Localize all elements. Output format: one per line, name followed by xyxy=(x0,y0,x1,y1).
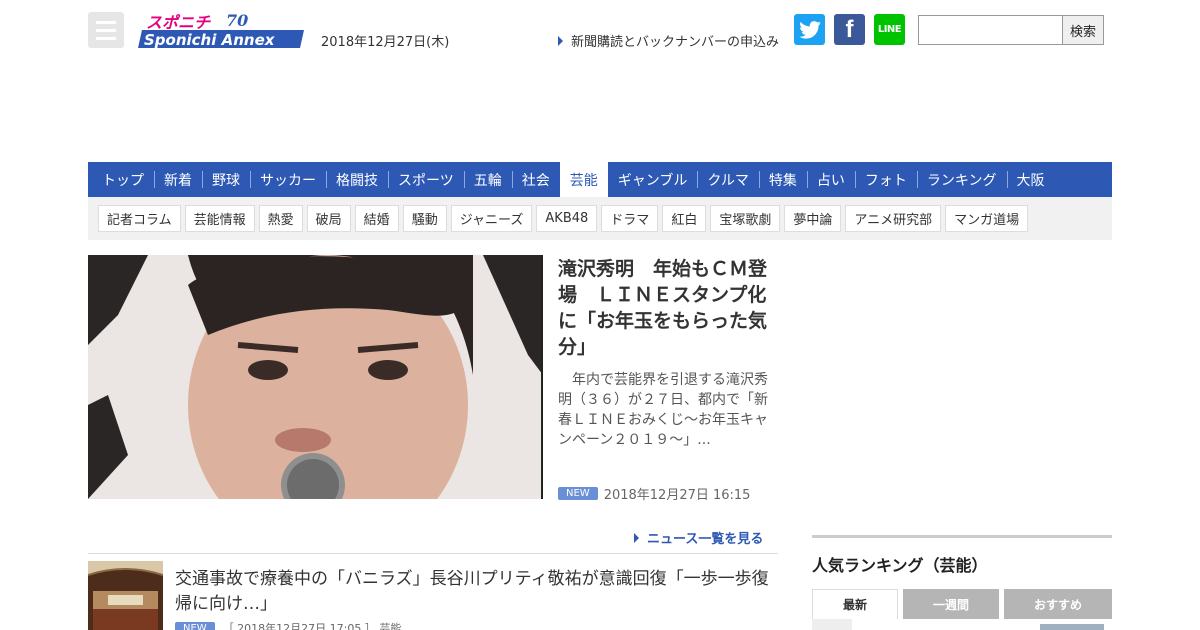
news-list-link[interactable]: ニュース一覧を見る xyxy=(634,528,763,547)
hamburger-menu-button[interactable] xyxy=(88,12,124,48)
svg-text:70: 70 xyxy=(226,11,248,30)
subnav-tag[interactable]: ジャニーズ xyxy=(450,205,533,232)
nav-item[interactable]: ギャンブル xyxy=(608,162,698,197)
subnav-tag[interactable]: 結婚 xyxy=(354,205,399,232)
category-subnav: 記者コラム 芸能情報 熱愛 破局 結婚 騒動 ジャニーズ AKB48 ドラマ 紅白 宝塚歌劇 夢中論ア… xyxy=(88,197,1112,240)
svg-text:スポニチ: スポニチ xyxy=(146,13,211,32)
svg-text:Sponichi Annex: Sponichi Annex xyxy=(144,31,276,49)
ranking-tab-week[interactable]: 一週間 xyxy=(903,589,999,619)
nav-item[interactable]: スポーツ xyxy=(388,162,464,197)
ranking-thumbnail[interactable] xyxy=(1040,624,1104,630)
subnav-tag[interactable]: 記者コラム xyxy=(98,205,181,232)
hero-photo[interactable] xyxy=(88,255,543,499)
hero-summary: 年内で芸能界を引退する滝沢秀明（３６）が２７日、都内で「新春ＬＩＮＥおみくじ〜お… xyxy=(558,372,768,448)
news-list-label: ニュース一覧を見る xyxy=(647,532,764,547)
nav-item[interactable]: フォト xyxy=(854,162,917,197)
nav-item[interactable]: 占い xyxy=(806,162,855,197)
twitter-share-button[interactable] xyxy=(794,14,825,45)
divider xyxy=(88,553,778,554)
page: スポニチ 70 Sponichi Annex 2018年12月27日(木) 新聞… xyxy=(0,0,1200,630)
subnav-tag[interactable]: 芸能情報 xyxy=(184,205,255,232)
subnav-tag[interactable]: 夢中論 xyxy=(784,205,842,232)
facebook-share-button[interactable]: f xyxy=(834,14,865,45)
nav-item[interactable]: 野球 xyxy=(202,162,250,197)
news-thumbnail-graphic xyxy=(88,561,163,630)
current-date: 2018年12月27日(木) xyxy=(321,35,450,50)
subnav-tag[interactable]: 破局 xyxy=(306,205,351,232)
ranking-tab-latest[interactable]: 最新 xyxy=(812,589,898,619)
hero-photo-graphic xyxy=(88,255,541,499)
subnav-tag[interactable]: アニメ研究部 xyxy=(845,205,942,232)
sponichi-logo[interactable]: スポニチ 70 Sponichi Annex xyxy=(138,8,308,52)
nav-item[interactable]: 五輪 xyxy=(463,162,512,197)
subnav-tag[interactable]: 熱愛 xyxy=(258,205,303,232)
search-input[interactable] xyxy=(918,15,1063,45)
new-badge: NEW xyxy=(175,621,215,630)
nav-item[interactable]: 格闘技 xyxy=(326,162,388,197)
menu-bar xyxy=(96,36,116,40)
subnav-tag[interactable]: 宝塚歌劇 xyxy=(710,205,781,232)
arrow-right-icon xyxy=(634,532,639,543)
nav-item[interactable]: 芸能 xyxy=(559,162,608,197)
main-nav: トップ 新着 野球 サッカー 格闘技 スポーツ 五輪 社会 芸能 ギャンブル クルマ 特集 占い フォトラ… xyxy=(88,162,1112,197)
news-item-meta: NEW ［ 2018年12月27日 17:05 ］ 芸能 xyxy=(175,620,401,630)
menu-bar xyxy=(96,20,116,24)
subnav-tag[interactable]: AKB48 xyxy=(536,205,598,232)
logo-graphic: スポニチ 70 Sponichi Annex xyxy=(138,11,304,49)
subnav-tag[interactable]: 騒動 xyxy=(402,205,447,232)
line-icon: LINE xyxy=(877,24,902,35)
facebook-icon: f xyxy=(845,15,854,43)
ranking-title: 人気ランキング（芸能） xyxy=(812,556,988,575)
news-item-thumbnail[interactable] xyxy=(88,561,163,630)
hero-meta: NEW 2018年12月27日 16:15 xyxy=(558,484,750,503)
hero-headline[interactable]: 滝沢秀明 年始もＣＭ登場 ＬＩＮＥスタンプ化に「お年玉をもらった気分」 xyxy=(558,256,783,360)
nav-item[interactable]: 社会 xyxy=(511,162,560,197)
new-badge: NEW xyxy=(558,487,598,500)
subscribe-link[interactable]: 新聞購読とバックナンバーの申込み xyxy=(558,31,779,50)
search-button[interactable]: 検索 xyxy=(1062,15,1104,45)
subnav-tag[interactable]: 紅白 xyxy=(662,205,707,232)
menu-bar xyxy=(96,28,116,32)
arrow-right-icon xyxy=(558,35,563,46)
nav-item[interactable]: サッカー xyxy=(250,162,326,197)
ranking-tab-recommended[interactable]: おすすめ xyxy=(1004,589,1112,619)
nav-item[interactable]: クルマ xyxy=(697,162,759,197)
nav-item[interactable]: ランキング xyxy=(916,162,1007,197)
news-item-date: ［ 2018年12月27日 17:05 ］ 芸能 xyxy=(222,622,402,630)
subnav-tag[interactable]: ドラマ xyxy=(601,205,659,232)
hero-timestamp: 2018年12月27日 16:15 xyxy=(603,488,751,503)
line-share-button[interactable]: LINE xyxy=(874,14,905,45)
twitter-bird-icon xyxy=(798,20,821,39)
news-item-headline[interactable]: 交通事故で療養中の「バニラズ」長谷川プリティ敬祐が意識回復「一歩一歩復帰に向け…… xyxy=(175,567,775,617)
sidebar-divider xyxy=(812,535,1112,538)
nav-item[interactable]: 大阪 xyxy=(1006,162,1055,197)
subscribe-label: 新聞購読とバックナンバーの申込み xyxy=(571,35,780,50)
ranking-rank-marker xyxy=(812,619,852,630)
nav-item[interactable]: 特集 xyxy=(758,162,807,197)
nav-item[interactable]: 新着 xyxy=(154,162,202,197)
nav-item[interactable]: トップ xyxy=(92,162,154,197)
subnav-tag[interactable]: マンガ道場 xyxy=(945,205,1029,232)
